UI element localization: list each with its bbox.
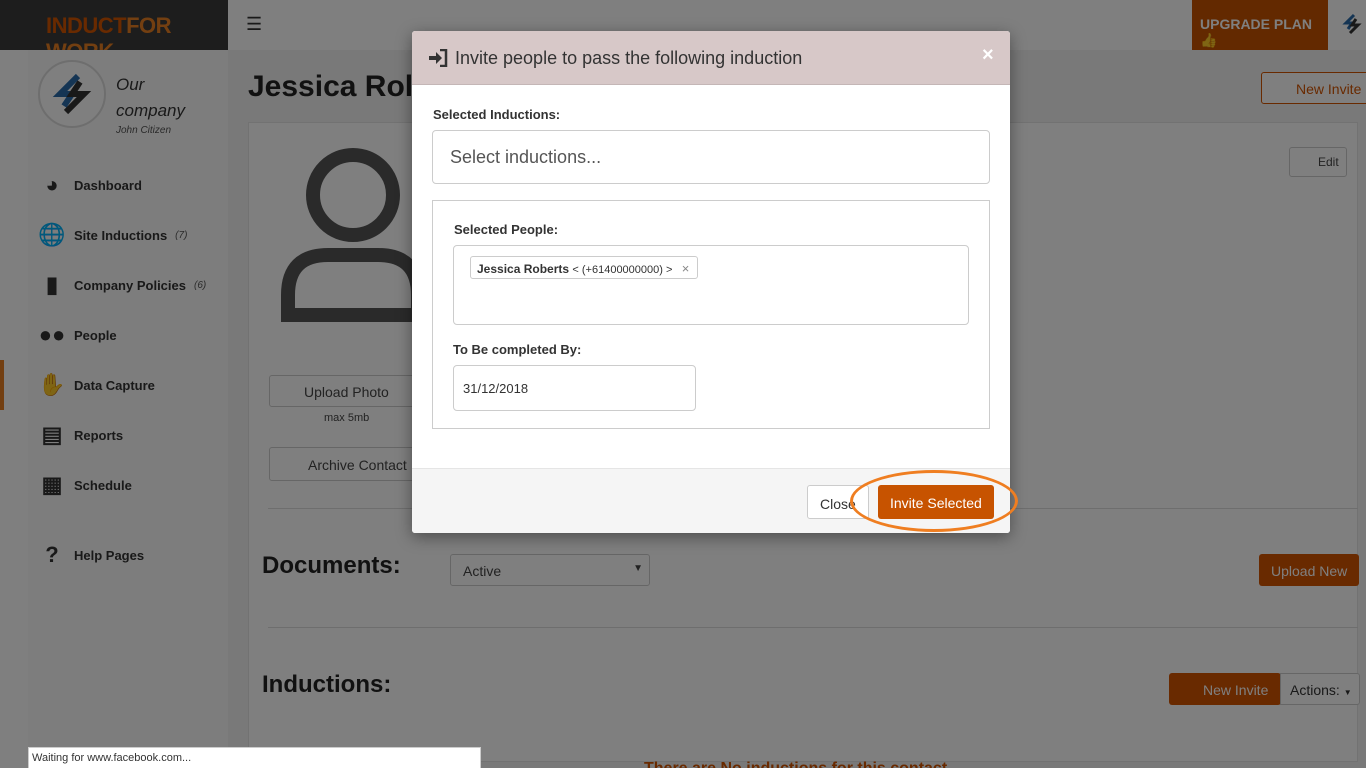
completed-by-date-input[interactable]: 31/12/2018 <box>453 365 696 411</box>
modal-header: Invite people to pass the following indu… <box>412 31 1010 85</box>
completed-by-label: To Be completed By: <box>453 342 582 357</box>
people-select-input[interactable]: Jessica Roberts < (+61400000000) > × <box>453 245 969 325</box>
selected-people-label: Selected People: <box>454 222 559 237</box>
remove-tag-icon[interactable]: × <box>682 261 690 276</box>
selected-inductions-label: Selected Inductions: <box>433 107 561 122</box>
highlight-annotation <box>850 470 1018 532</box>
browser-status-bar: Waiting for www.facebook.com... <box>28 747 481 768</box>
people-panel: Selected People: Jessica Roberts < (+614… <box>432 200 990 429</box>
inductions-select-input[interactable]: Select inductions... <box>432 130 990 184</box>
person-tag: Jessica Roberts < (+61400000000) > × <box>470 256 699 279</box>
modal-title: Invite people to pass the following indu… <box>455 48 803 68</box>
invite-modal: Invite people to pass the following indu… <box>412 31 1010 533</box>
sign-in-icon <box>429 49 448 67</box>
close-icon[interactable]: × <box>982 44 994 67</box>
